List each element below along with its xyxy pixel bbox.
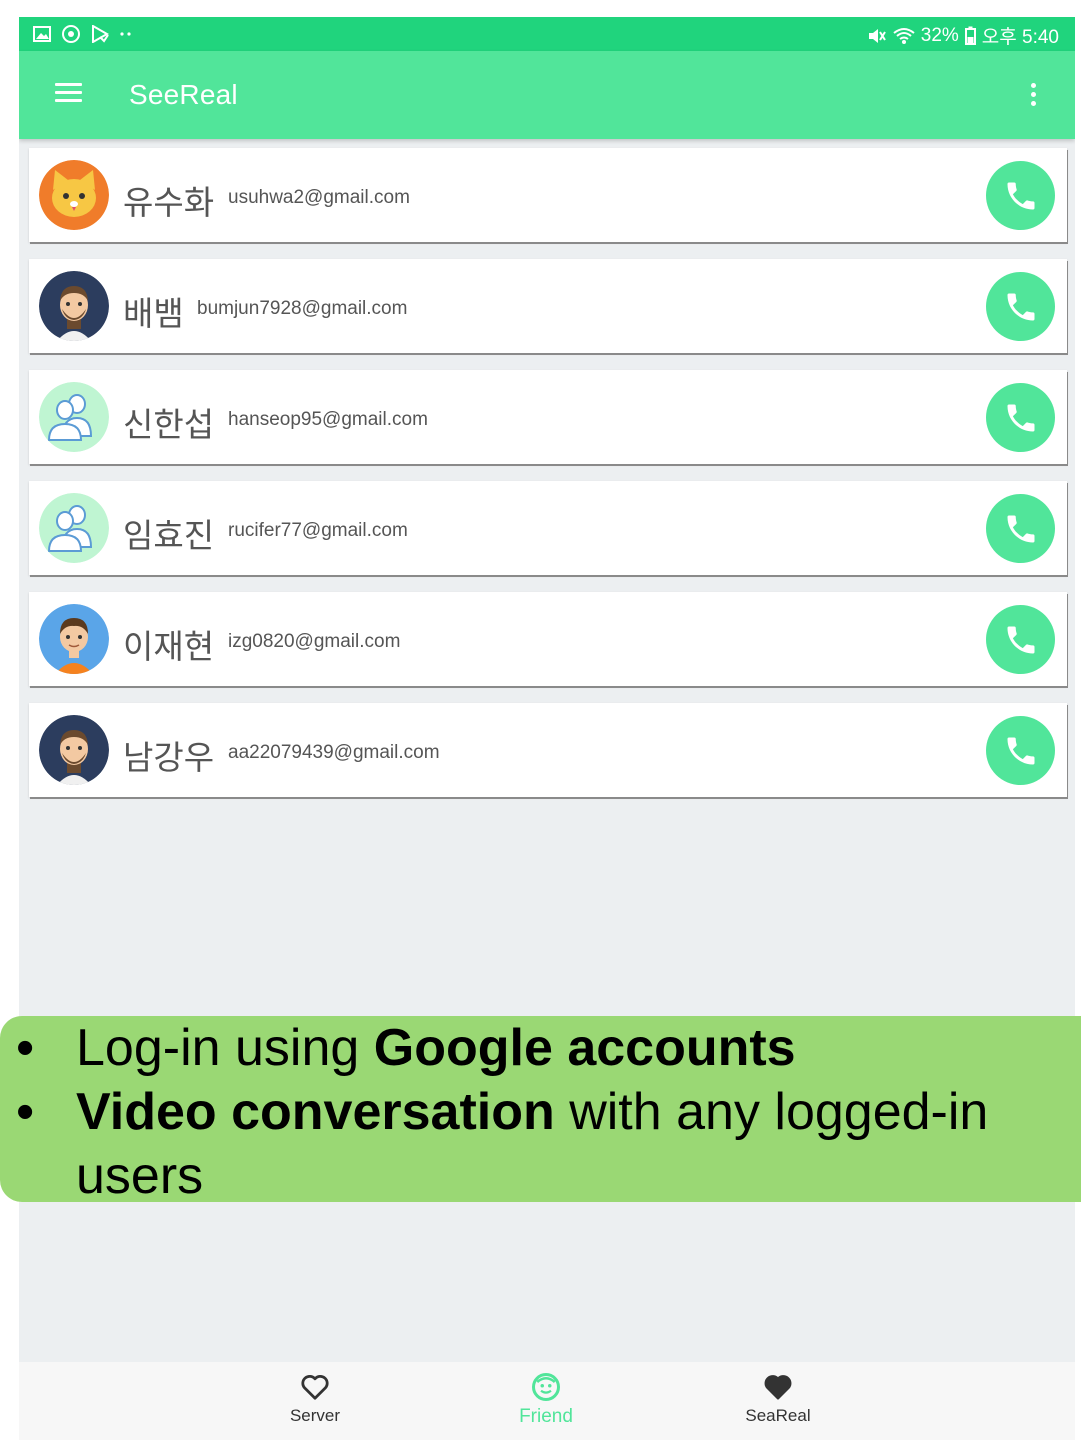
call-button[interactable] bbox=[986, 272, 1055, 341]
feature-item-login: Log-in using Google accounts bbox=[16, 1016, 1066, 1080]
phone-icon bbox=[1007, 182, 1034, 209]
default-people-avatar bbox=[39, 382, 109, 452]
friend-name: 배뱀 bbox=[123, 294, 184, 333]
friend-name: 임효진 bbox=[123, 516, 215, 555]
call-button[interactable] bbox=[986, 494, 1055, 563]
friend-name: 이재현 bbox=[123, 627, 215, 666]
nav-label: SeaReal bbox=[745, 1406, 811, 1425]
man-beard-avatar bbox=[39, 715, 109, 785]
battery-percent: 32% bbox=[920, 24, 959, 46]
friend-list: 유수화 usuhwa2@gmail.com 배뱀 bumjun7928@gmai… bbox=[29, 148, 1067, 814]
heart-filled-icon bbox=[764, 1375, 792, 1400]
boy-avatar bbox=[39, 604, 109, 674]
friend-card[interactable]: 남강우 aa22079439@gmail.com bbox=[29, 703, 1067, 797]
feature-banner: Log-in using Google accounts Video conve… bbox=[0, 1016, 1081, 1205]
feature-text: Log-in using bbox=[76, 1019, 374, 1077]
friend-card[interactable]: 신한섭 hanseop95@gmail.com bbox=[29, 370, 1067, 464]
call-button[interactable] bbox=[986, 383, 1055, 452]
status-notification-icons bbox=[33, 24, 133, 44]
app-title: SeeReal bbox=[129, 79, 238, 110]
more-notifications-icon bbox=[120, 32, 131, 36]
friend-email: bumjun7928@gmail.com bbox=[197, 298, 408, 319]
friend-card[interactable]: 이재현 izg0820@gmail.com bbox=[29, 592, 1067, 686]
call-button[interactable] bbox=[986, 605, 1055, 674]
heart-outline-icon bbox=[301, 1375, 329, 1400]
nav-label: Friend bbox=[519, 1406, 573, 1427]
call-button[interactable] bbox=[986, 161, 1055, 230]
nav-item-friend[interactable]: Friend bbox=[486, 1372, 606, 1428]
friend-email: izg0820@gmail.com bbox=[228, 631, 401, 652]
smiley-face-icon bbox=[532, 1373, 560, 1401]
default-people-avatar bbox=[39, 493, 109, 563]
friend-name: 남강우 bbox=[123, 738, 215, 777]
friend-email: aa22079439@gmail.com bbox=[228, 742, 440, 763]
status-bar: 32% 오후 5:40 bbox=[19, 17, 1075, 51]
status-system-icons: 32% 오후 5:40 bbox=[867, 22, 1059, 49]
friend-email: usuhwa2@gmail.com bbox=[228, 187, 410, 208]
phone-icon bbox=[1007, 626, 1034, 653]
app-bar: SeeReal bbox=[19, 51, 1075, 139]
play-store-icon bbox=[92, 25, 109, 43]
phone-icon bbox=[1007, 404, 1034, 431]
man-beard-avatar bbox=[39, 271, 109, 341]
friend-email: rucifer77@gmail.com bbox=[228, 520, 408, 541]
friend-card[interactable]: 유수화 usuhwa2@gmail.com bbox=[29, 148, 1067, 242]
feature-emphasis: Google accounts bbox=[373, 1019, 796, 1077]
friend-card[interactable]: 배뱀 bumjun7928@gmail.com bbox=[29, 259, 1067, 353]
friend-email: hanseop95@gmail.com bbox=[228, 409, 428, 430]
gallery-icon bbox=[33, 26, 51, 42]
clock: 오후 5:40 bbox=[981, 27, 1059, 48]
phone-icon bbox=[1007, 737, 1034, 764]
feature-item-video: Video conversation with any logged-in us… bbox=[16, 1080, 1066, 1208]
nav-item-server[interactable]: Server bbox=[255, 1372, 375, 1426]
mute-icon bbox=[868, 28, 886, 43]
friend-name: 신한섭 bbox=[123, 405, 215, 444]
call-button[interactable] bbox=[986, 716, 1055, 785]
phone-icon bbox=[1007, 293, 1034, 320]
friend-card[interactable]: 임효진 rucifer77@gmail.com bbox=[29, 481, 1067, 575]
wifi-icon bbox=[893, 27, 915, 44]
overflow-menu-icon[interactable] bbox=[1031, 83, 1037, 109]
sync-icon bbox=[62, 25, 80, 43]
phone-screen: 32% 오후 5:40 SeeReal 유수화 usuhwa2@gmail.co… bbox=[19, 17, 1075, 1440]
feature-emphasis: Video conversation bbox=[76, 1083, 555, 1141]
nav-label: Server bbox=[289, 1406, 341, 1425]
cat-avatar bbox=[39, 160, 109, 230]
bottom-navigation: Server Friend SeaReal bbox=[19, 1362, 1075, 1440]
phone-icon bbox=[1007, 515, 1034, 542]
battery-icon bbox=[964, 26, 976, 45]
menu-icon[interactable] bbox=[55, 83, 82, 105]
friend-name: 유수화 bbox=[123, 183, 215, 222]
nav-item-seareal[interactable]: SeaReal bbox=[718, 1372, 838, 1426]
